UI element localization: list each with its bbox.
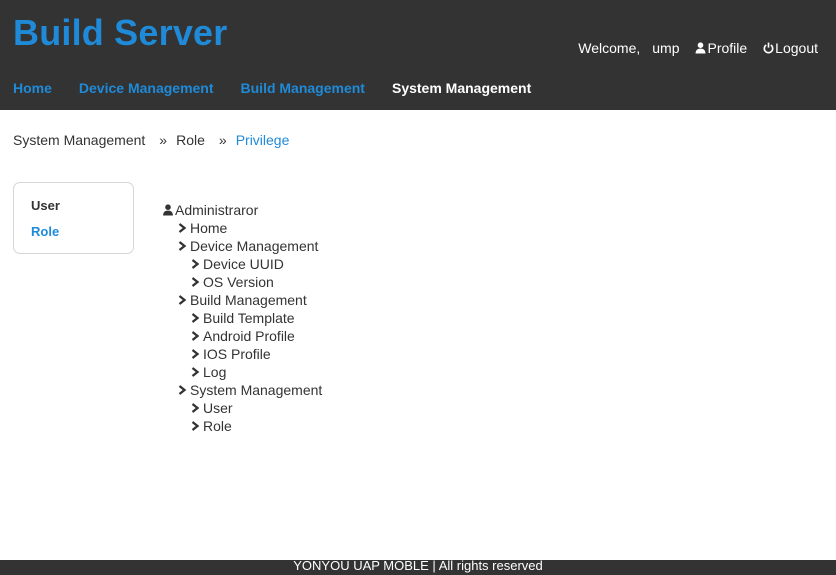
nav-device-management[interactable]: Device Management [79, 80, 214, 96]
breadcrumb-separator: » [218, 132, 227, 148]
chevron-right-icon [178, 295, 187, 305]
chevron-right-icon [191, 349, 200, 359]
tree-node-log[interactable]: Log [162, 363, 322, 381]
nav-home[interactable]: Home [13, 80, 52, 96]
tree-node-home[interactable]: Home [162, 219, 322, 237]
tree-node-label: Log [203, 364, 227, 380]
tree-node-build-template[interactable]: Build Template [162, 309, 322, 327]
chevron-right-icon [191, 367, 200, 377]
tree-node-build-management[interactable]: Build Management [162, 291, 322, 309]
tree-node-android-profile[interactable]: Android Profile [162, 327, 322, 345]
chevron-right-icon [191, 277, 200, 287]
chevron-right-icon [178, 385, 187, 395]
tree-node-label: Build Management [190, 292, 307, 308]
top-header: Build Server Welcome, ump Profile Logout… [0, 0, 836, 110]
breadcrumb-privilege[interactable]: Privilege [236, 132, 290, 148]
profile-link[interactable]: Profile [695, 40, 747, 56]
side-menu-role[interactable]: Role [31, 224, 59, 239]
breadcrumb: System Management » Role » Privilege [13, 132, 289, 148]
tree-node-label: Build Template [203, 310, 295, 326]
chevron-right-icon [191, 331, 200, 341]
nav-system-management[interactable]: System Management [392, 80, 531, 96]
tree-node-ios-profile[interactable]: IOS Profile [162, 345, 322, 363]
tree-root[interactable]: Administraror [162, 201, 322, 219]
side-menu: User Role [13, 182, 134, 254]
app-title: Build Server [13, 12, 228, 53]
tree-node-label: Role [203, 418, 232, 434]
breadcrumb-separator: » [159, 132, 168, 148]
tree-node-user[interactable]: User [162, 399, 322, 417]
tree-node-label: System Management [190, 382, 323, 398]
tree-node-device-uuid[interactable]: Device UUID [162, 255, 322, 273]
main-nav: Home Device Management Build Management … [13, 80, 558, 96]
user-icon [695, 42, 706, 54]
username: ump [652, 40, 680, 56]
footer-text: YONYOU UAP MOBLE | All rights reserved [293, 558, 543, 573]
chevron-right-icon [191, 259, 200, 269]
tree-node-label: User [203, 400, 233, 416]
breadcrumb-role[interactable]: Role [176, 132, 205, 148]
chevron-right-icon [178, 241, 187, 251]
side-menu-user[interactable]: User [31, 198, 60, 213]
tree-root-label: Administraror [175, 202, 259, 218]
tree-node-device-management[interactable]: Device Management [162, 237, 322, 255]
tree-node-label: Home [190, 220, 228, 236]
profile-label: Profile [707, 40, 748, 56]
breadcrumb-system-management[interactable]: System Management [13, 132, 145, 148]
footer: YONYOU UAP MOBLE | All rights reserved [0, 558, 836, 575]
tree-node-label: OS Version [203, 274, 274, 290]
chevron-right-icon [178, 223, 187, 233]
user-icon [163, 204, 173, 216]
welcome-text: Welcome, [578, 40, 641, 56]
logout-link[interactable]: Logout [763, 40, 818, 56]
privilege-tree: Administraror Home Device Management Dev… [162, 201, 322, 435]
tree-node-os-version[interactable]: OS Version [162, 273, 322, 291]
nav-build-management[interactable]: Build Management [241, 80, 365, 96]
power-icon [763, 42, 774, 54]
user-bar: Welcome, ump Profile Logout [578, 40, 818, 56]
tree-node-role[interactable]: Role [162, 417, 322, 435]
tree-node-label: Android Profile [203, 328, 295, 344]
tree-node-label: Device Management [190, 238, 319, 254]
tree-node-label: IOS Profile [203, 346, 271, 362]
tree-node-system-management[interactable]: System Management [162, 381, 322, 399]
logout-label: Logout [775, 40, 818, 56]
chevron-right-icon [191, 313, 200, 323]
chevron-right-icon [191, 403, 200, 413]
chevron-right-icon [191, 421, 200, 431]
tree-node-label: Device UUID [203, 256, 284, 272]
